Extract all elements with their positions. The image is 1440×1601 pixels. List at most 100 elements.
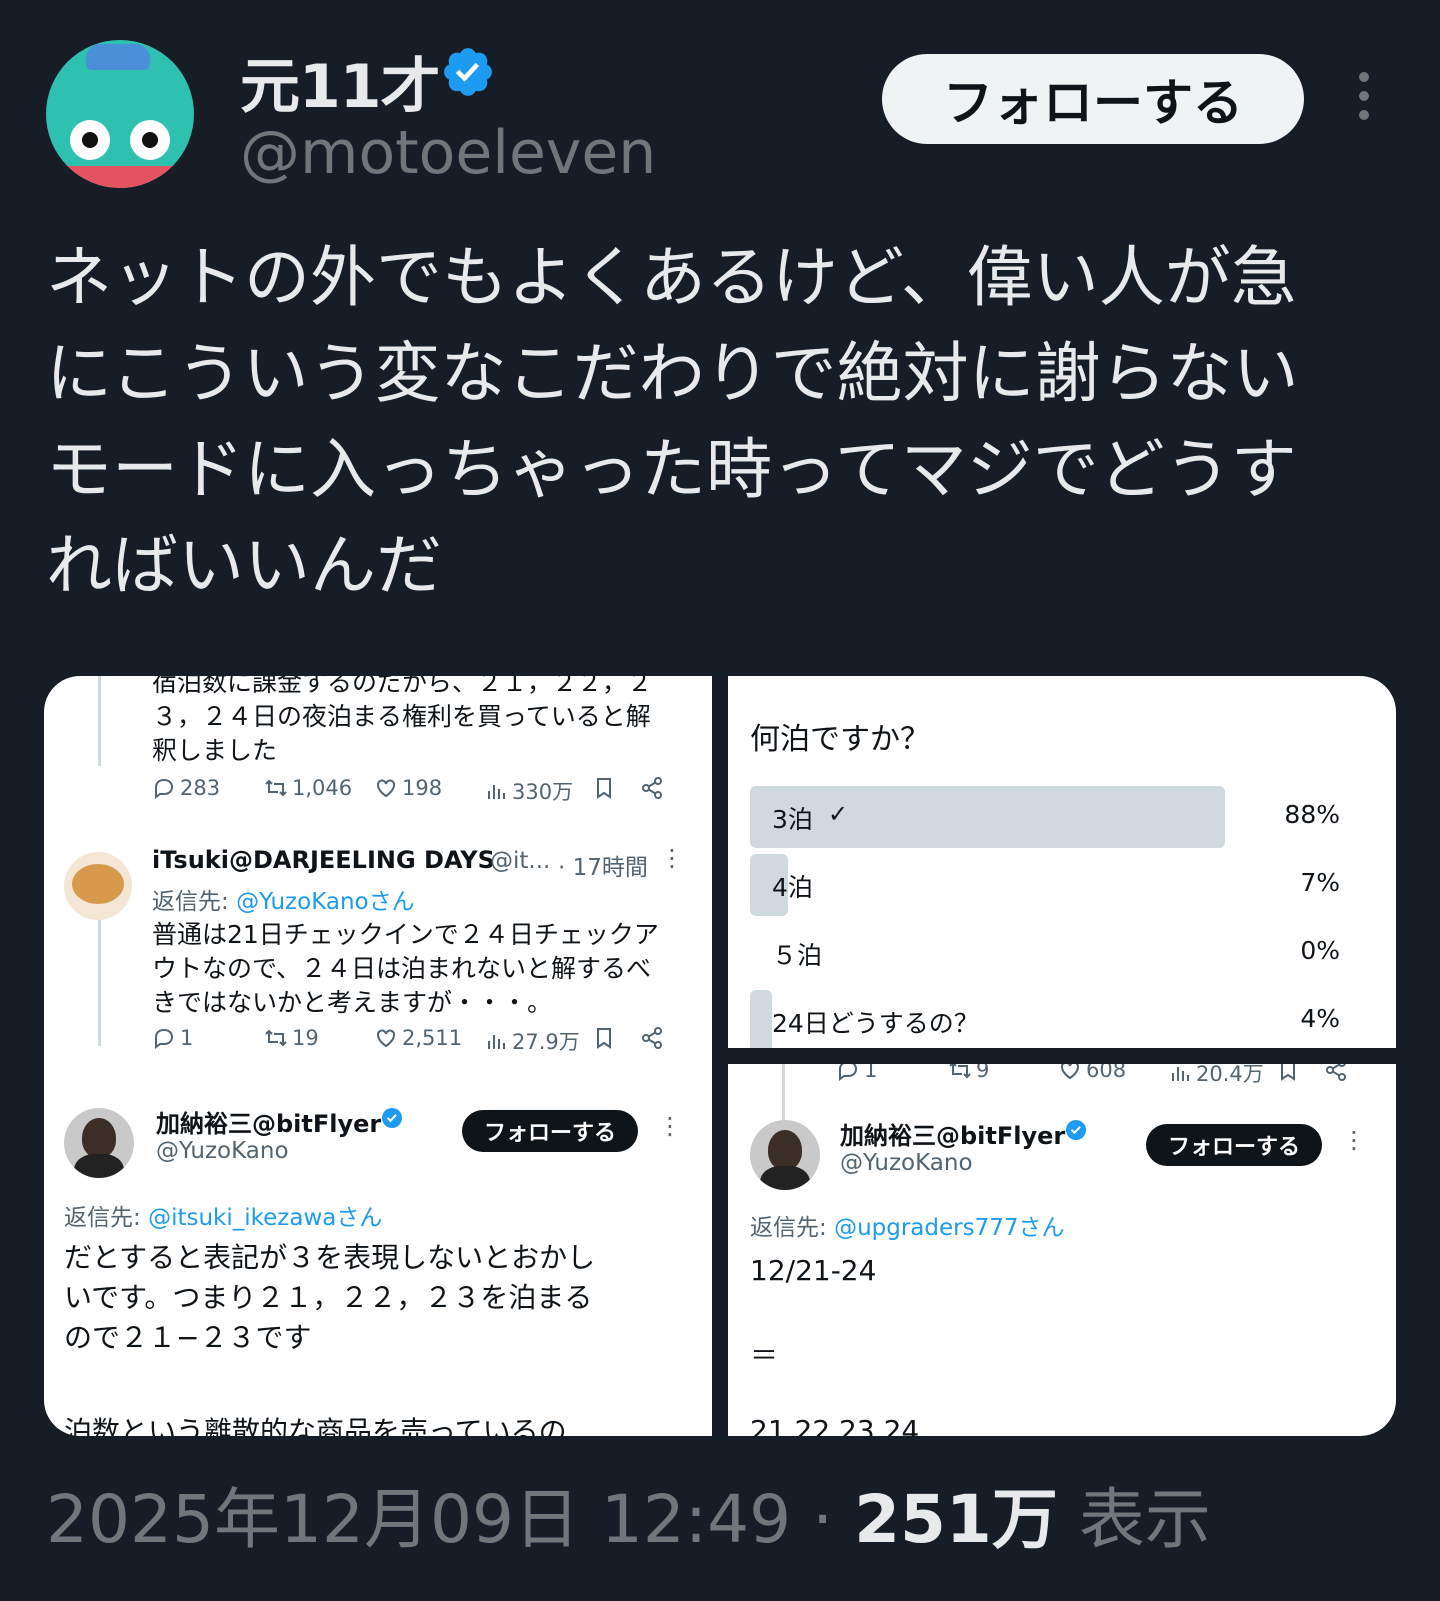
text-line: ３，２４日の夜泊まる権利を買っていると解	[152, 702, 651, 731]
retweet-action[interactable]: 9	[948, 1064, 989, 1082]
text-line: いです。つまり２１，２２，２３を泊まる	[64, 1281, 593, 1314]
tweet-text-line: にこういう変なこだわりで絶対に謝らない	[46, 335, 1299, 412]
poll-option-label: 3泊	[772, 805, 813, 834]
poll-bar	[750, 786, 1226, 848]
like-count: 608	[1086, 1064, 1127, 1082]
like-count: 198	[402, 776, 443, 800]
kano-more-icon[interactable]: ⋮	[1342, 1126, 1366, 1154]
reply-to-link[interactable]: @itsuki_ikezawaさん	[148, 1205, 382, 1231]
retweet-count: 9	[976, 1064, 990, 1082]
poll-option: 3泊 ✓ 88%	[750, 786, 1340, 848]
text-line: ウトなので、２４日は泊まれないと解するべ	[152, 954, 652, 983]
reply-action[interactable]: 1	[836, 1064, 877, 1082]
kano-name[interactable]: 加納裕三@bitFlyer	[840, 1116, 1065, 1151]
reply-author-name[interactable]: iTsuki@DARJEELING DAYS	[152, 846, 495, 874]
reply-action[interactable]: 283	[152, 776, 220, 800]
heart-icon	[377, 779, 395, 798]
reply-author-handle[interactable]: @it...	[490, 848, 550, 874]
views-count: 251万	[854, 1481, 1058, 1558]
views-label: 表示	[1057, 1481, 1211, 1558]
media-grid[interactable]: 宿泊数に課金するのだから、２１，２２，２ ３，２４日の夜泊まる権利を買っていると…	[44, 676, 1396, 1436]
kano-body-line: 12/21-24	[750, 1254, 877, 1287]
kano-avatar[interactable]	[750, 1120, 820, 1190]
tweet-text-line: ればいいんだ	[46, 527, 442, 604]
poll-option-label: ５泊	[772, 941, 823, 970]
views-count: 20.4万	[1196, 1064, 1264, 1086]
poll-bar	[750, 990, 772, 1048]
like-action[interactable]: 608	[1058, 1064, 1126, 1082]
reply-author-avatar[interactable]	[64, 852, 132, 920]
footer-separator: ·	[791, 1481, 855, 1558]
reply-to-line: 返信先: @upgraders777さん	[750, 1208, 1064, 1242]
share-icon[interactable]	[640, 776, 664, 800]
reply-time[interactable]: · 17時間	[558, 848, 648, 882]
reply-more-icon[interactable]: ⋮	[660, 844, 684, 872]
kano-more-icon[interactable]: ⋮	[658, 1112, 682, 1140]
heart-icon	[1061, 1064, 1079, 1080]
tweet-text-line: ネットの外でもよくあるけど、偉い人が急	[46, 239, 1297, 316]
author-avatar[interactable]	[46, 40, 194, 188]
reply-to-line: 返信先: @YuzoKanoさん	[152, 882, 415, 916]
views-action[interactable]: 27.9万	[484, 1026, 580, 1056]
bookmark-icon[interactable]	[592, 776, 616, 800]
verified-badge-icon	[382, 1108, 402, 1128]
text-line: きではないかと考えますが・・・。	[152, 988, 553, 1017]
kano-body-line: ＝	[750, 1339, 779, 1372]
thread-line	[98, 676, 101, 766]
verified-badge-icon	[444, 48, 492, 96]
reply-to-line: 返信先: @itsuki_ikezawaさん	[64, 1198, 382, 1232]
share-icon[interactable]	[1324, 1064, 1348, 1082]
kano-handle[interactable]: @YuzoKano	[156, 1138, 289, 1164]
share-icon[interactable]	[640, 1026, 664, 1050]
tweet-text: ネットの外でもよくあるけど、偉い人が急 にこういう変なこだわりで絶対に謝らない …	[46, 230, 1406, 614]
reply-count: 1	[864, 1064, 878, 1082]
poll-option-label: 24日どうするの？	[772, 1009, 979, 1038]
retweet-action[interactable]: 1,046	[264, 776, 352, 800]
text-line: 普通は21日チェックインで２４日チェックア	[152, 920, 659, 949]
poll-option-label: 4泊	[772, 873, 813, 902]
kano-name[interactable]: 加納裕三@bitFlyer	[156, 1104, 381, 1139]
poll-question: 何泊ですか？	[750, 722, 930, 757]
views-icon	[488, 1035, 505, 1049]
tweet-datetime[interactable]: 2025年12月09日 12:49	[46, 1481, 791, 1558]
retweet-count: 1,046	[292, 776, 353, 800]
retweet-action[interactable]: 19	[264, 1026, 319, 1050]
retweet-icon	[265, 779, 287, 797]
check-circle-icon: ✓	[828, 800, 849, 828]
reply-count: 283	[180, 776, 221, 800]
media-image-left[interactable]: 宿泊数に課金するのだから、２１，２２，２ ３，２４日の夜泊まる権利を買っていると…	[44, 676, 712, 1436]
author-display-name[interactable]: 元11才	[240, 38, 440, 125]
poll-option-percent: 4%	[1300, 1004, 1340, 1033]
more-options-icon[interactable]	[1352, 72, 1376, 124]
bookmark-icon[interactable]	[1276, 1064, 1300, 1082]
media-image-bottom-right[interactable]: 1 9 608 20.4万 加納裕三@bitFlyer @YuzoKano フォ…	[728, 1064, 1396, 1436]
verified-badge-icon	[1066, 1120, 1086, 1140]
kano-handle[interactable]: @YuzoKano	[840, 1150, 973, 1176]
quoted-top-text: 宿泊数に課金するのだから、２１，２２，２ ３，２４日の夜泊まる権利を買っていると…	[152, 676, 692, 768]
views-action[interactable]: 330万	[484, 776, 573, 806]
reply-to-link[interactable]: @upgraders777さん	[834, 1215, 1064, 1241]
heart-icon	[377, 1029, 395, 1048]
kano-avatar[interactable]	[64, 1108, 134, 1178]
poll-option-percent: 7%	[1300, 868, 1340, 897]
media-image-poll[interactable]: 何泊ですか？ 3泊 ✓ 88% 4泊 7% ５泊 0% 24日どうするの？ 4%	[728, 676, 1396, 1048]
views-action[interactable]: 20.4万	[1168, 1064, 1264, 1088]
reply-to-prefix: 返信先:	[750, 1215, 835, 1241]
poll-option: ５泊 0%	[750, 922, 1340, 984]
views-count: 330万	[512, 780, 574, 804]
author-handle[interactable]: @motoeleven	[240, 118, 656, 188]
kano-body-cut: 泊数という離散的な商品を売っているの	[64, 1415, 567, 1436]
kano-follow-button[interactable]: フォローする	[1146, 1124, 1322, 1166]
views-icon	[488, 785, 505, 799]
reply-to-link[interactable]: @YuzoKanoさん	[236, 889, 415, 915]
poll-option: 24日どうするの？ 4%	[750, 990, 1340, 1048]
follow-button[interactable]: フォローする	[882, 54, 1304, 144]
like-action[interactable]: 2,511	[374, 1026, 462, 1050]
tweet-text-line: モードに入っちゃった時ってマジでどうす	[46, 431, 1297, 508]
tweet-footer: 2025年12月09日 12:49 · 251万 表示	[46, 1466, 1211, 1562]
like-action[interactable]: 198	[374, 776, 442, 800]
reply-body: 普通は21日チェックインで２４日チェックア ウトなので、２４日は泊まれないと解す…	[152, 918, 692, 1020]
reply-action[interactable]: 1	[152, 1026, 193, 1050]
kano-follow-button[interactable]: フォローする	[462, 1110, 638, 1152]
bookmark-icon[interactable]	[592, 1026, 616, 1050]
